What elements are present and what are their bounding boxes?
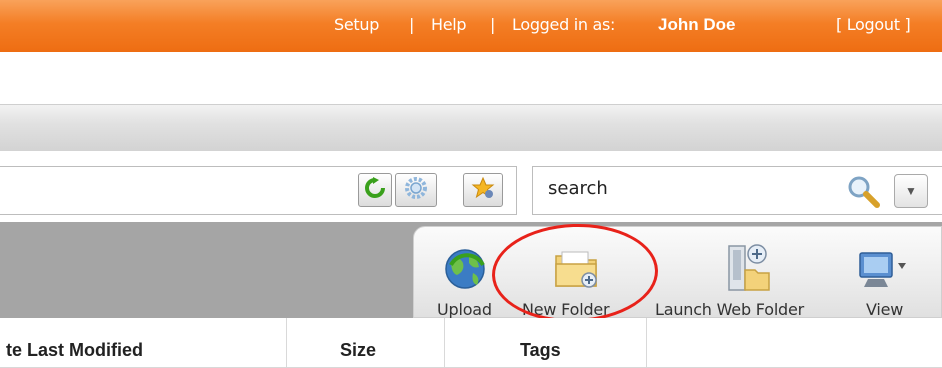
dropdown-arrow-icon: ▼: [905, 184, 917, 198]
search-options-button[interactable]: ▼: [894, 174, 928, 208]
upload-icon[interactable]: [443, 245, 489, 298]
search-icon[interactable]: [846, 174, 882, 215]
path-field[interactable]: [0, 166, 517, 215]
setup-link[interactable]: Setup: [334, 15, 379, 34]
launch-web-folder-icon[interactable]: [723, 242, 773, 299]
launch-web-folder-button[interactable]: Launch Web Folder: [655, 300, 804, 319]
logged-in-label: Logged in as:: [512, 15, 616, 34]
header-separator: |: [490, 15, 496, 34]
refresh-button[interactable]: [358, 173, 392, 207]
refresh-icon: [364, 176, 386, 204]
search-input[interactable]: search: [548, 178, 608, 199]
column-label-date-modified: te Last Modified: [6, 340, 144, 360]
view-button[interactable]: View: [866, 300, 903, 319]
settings-icon: [404, 176, 428, 205]
favorites-icon: [471, 176, 495, 205]
column-label-tags: Tags: [520, 340, 561, 360]
view-icon[interactable]: [858, 249, 908, 296]
logout-link[interactable]: [ Logout ]: [836, 15, 911, 34]
column-label-size: Size: [340, 340, 377, 360]
upload-button[interactable]: Upload: [437, 300, 492, 319]
header-separator: |: [409, 15, 415, 34]
help-link[interactable]: Help: [431, 15, 467, 34]
navigation-bar: [0, 104, 942, 151]
favorites-button[interactable]: [463, 173, 503, 207]
user-name: John Doe: [658, 15, 736, 34]
settings-button[interactable]: [395, 173, 437, 207]
top-header-bar: Setup | Help | Logged in as: John Doe [ …: [0, 0, 942, 52]
